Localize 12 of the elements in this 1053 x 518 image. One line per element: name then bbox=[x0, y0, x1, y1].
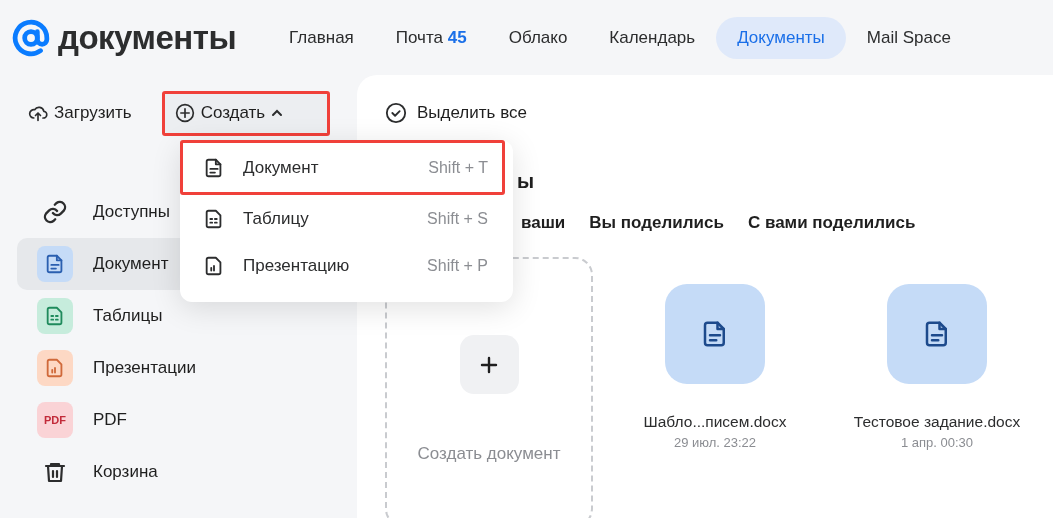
section-heading: ы bbox=[517, 170, 535, 193]
menu-item-label: Презентацию bbox=[243, 255, 350, 276]
shortcut-hint: Shift + P bbox=[427, 256, 488, 275]
shortcut-hint: Shift + T bbox=[428, 158, 488, 177]
create-document-label: Создать документ bbox=[417, 444, 561, 464]
file-date: 29 июл. 23:22 bbox=[673, 435, 757, 450]
shortcut-hint: Shift + S bbox=[427, 209, 488, 228]
pdf-label: PDF bbox=[44, 414, 66, 426]
file-date: 1 апр. 00:30 bbox=[900, 435, 974, 450]
logo-text: документы bbox=[58, 18, 237, 57]
menu-item-label: Документ bbox=[243, 157, 319, 178]
menu-item-label: Таблицу bbox=[243, 208, 309, 229]
